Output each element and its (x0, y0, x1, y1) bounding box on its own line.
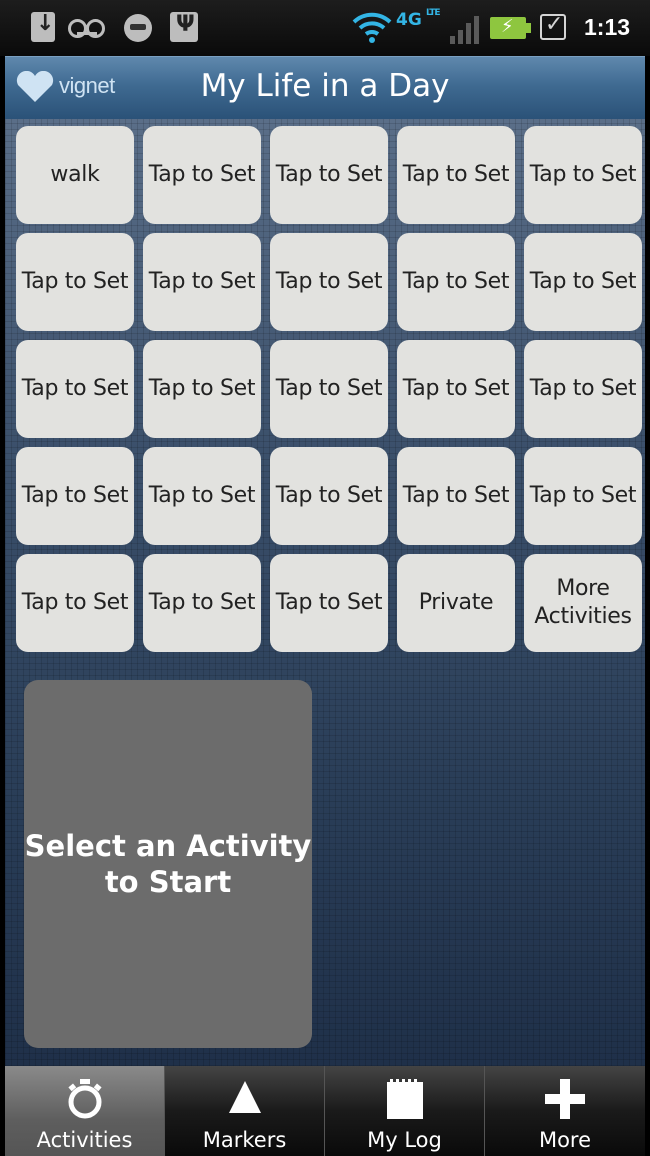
activity-tile[interactable]: More Activities (524, 554, 642, 652)
activity-tile[interactable]: Tap to Set (397, 126, 515, 224)
activity-tile[interactable]: Private (397, 554, 515, 652)
network-type-indicator: 4G LTE (396, 8, 441, 30)
activity-tile[interactable]: Tap to Set (524, 340, 642, 438)
activity-tile[interactable]: Tap to Set (143, 233, 261, 331)
activities-screen: walk Tap to Set Tap to Set Tap to Set Tap to… (5, 119, 645, 1066)
activity-tile[interactable]: Tap to Set (270, 340, 388, 438)
checkbox-notification-icon (540, 12, 566, 40)
tab-label: More (538, 1128, 592, 1152)
activity-tile[interactable]: Tap to Set (143, 340, 261, 438)
activity-tile[interactable]: Tap to Set (143, 126, 261, 224)
tab-label: Activities (36, 1128, 133, 1152)
battery-charging-icon: ⚡ (490, 16, 531, 39)
activity-tile[interactable]: Tap to Set (16, 554, 134, 652)
start-activity-panel[interactable]: Select an Activity to Start (24, 680, 312, 1048)
tab-label: My Log (367, 1128, 442, 1152)
page-title: My Life in a Day (200, 68, 450, 104)
tab-markers[interactable]: Markers (165, 1066, 325, 1156)
activity-tile[interactable]: Tap to Set (397, 447, 515, 545)
tab-activities[interactable]: Activities (5, 1066, 165, 1156)
app-notification-icon (124, 14, 152, 42)
clock: 1:13 (584, 14, 631, 40)
activity-tile[interactable]: Tap to Set (270, 233, 388, 331)
signal-strength-icon (450, 16, 479, 44)
tab-my-log[interactable]: My Log (325, 1066, 485, 1156)
tab-more[interactable]: More (485, 1066, 645, 1156)
activity-tile[interactable]: Tap to Set (16, 233, 134, 331)
activity-tile[interactable]: Tap to Set (143, 447, 261, 545)
notepad-icon (386, 1079, 423, 1119)
wifi-icon (352, 12, 392, 43)
tab-label: Markers (202, 1128, 287, 1152)
activity-tile[interactable]: Tap to Set (16, 447, 134, 545)
activity-tile[interactable]: Tap to Set (524, 126, 642, 224)
activity-tile[interactable]: Tap to Set (270, 447, 388, 545)
stopwatch-icon (67, 1079, 102, 1119)
activity-tile[interactable]: Tap to Set (270, 554, 388, 652)
activity-tile[interactable]: Tap to Set (270, 126, 388, 224)
usb-icon (170, 12, 198, 42)
activity-tile[interactable]: Tap to Set (143, 554, 261, 652)
activity-tile[interactable]: walk (16, 126, 134, 224)
app-header: vignet My Life in a Day (5, 56, 645, 120)
activity-tile[interactable]: Tap to Set (524, 447, 642, 545)
activity-tile[interactable]: Tap to Set (397, 233, 515, 331)
download-icon (31, 11, 55, 42)
activity-tile[interactable]: Tap to Set (524, 233, 642, 331)
status-bar: 4GLTE ⚡ 1:13 (0, 0, 650, 56)
voicemail-icon (68, 12, 106, 42)
plus-icon (545, 1079, 585, 1119)
activity-tile[interactable]: Tap to Set (16, 340, 134, 438)
bottom-tab-bar: Activities Markers My Log More (5, 1066, 645, 1156)
triangle-marker-icon (228, 1081, 261, 1113)
activity-tile[interactable]: Tap to Set (397, 340, 515, 438)
